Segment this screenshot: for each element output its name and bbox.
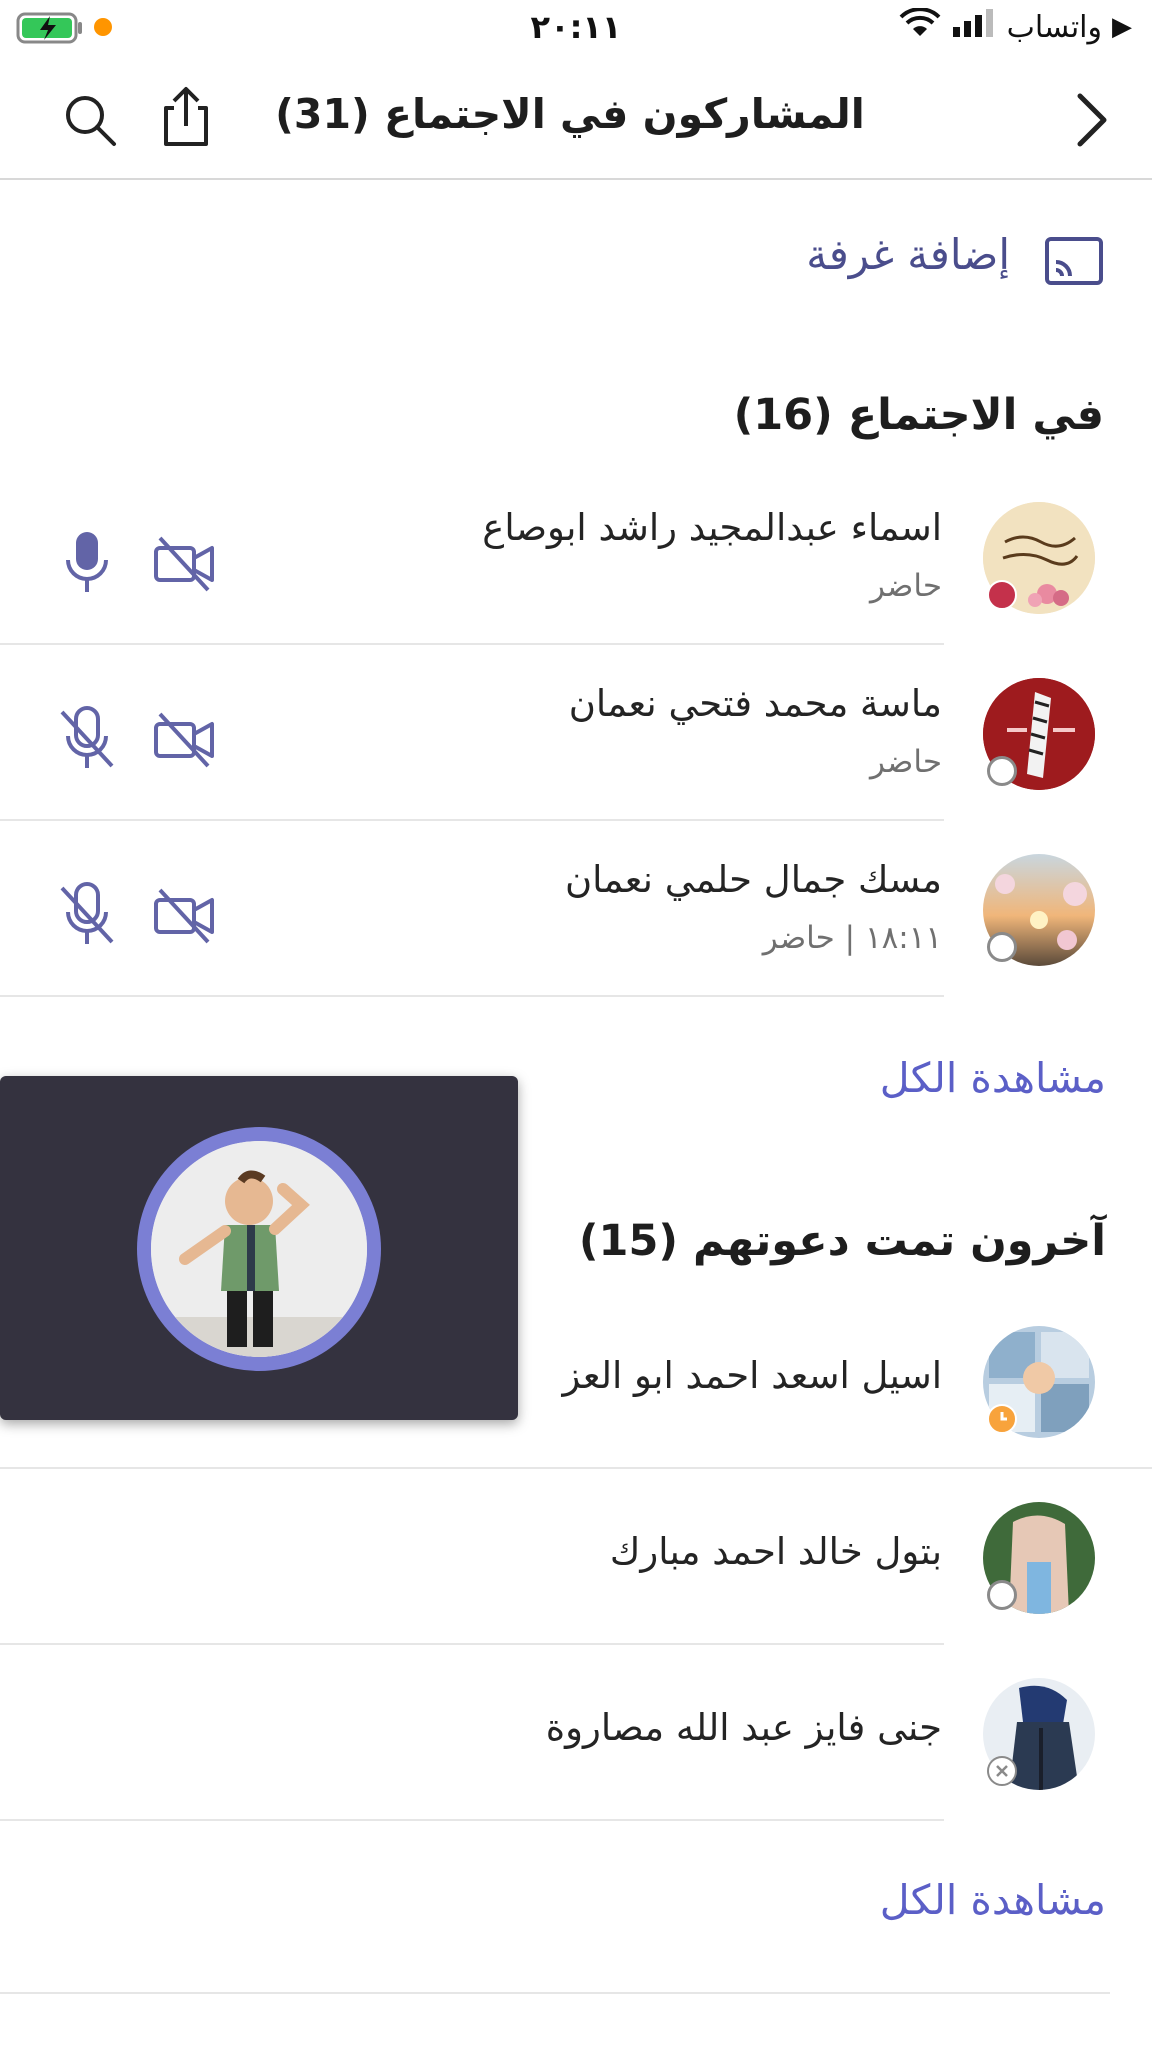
signal-icon [951,9,997,45]
invited-row[interactable]: جنى فايز عبد الله مصاروة [0,1656,1152,1820]
search-icon[interactable] [62,92,118,152]
row-divider [0,1643,944,1645]
row-divider [0,995,944,997]
invited-name: بتول خالد احمد مبارك [609,1530,942,1573]
participant-name: ماسة محمد فتحي نعمان [568,682,942,725]
self-video-preview[interactable] [0,1076,518,1420]
participant-name: مسك جمال حلمي نعمان [564,858,942,901]
page-title: المشاركون في الاجتماع (31) [275,90,865,138]
wifi-icon [899,7,941,46]
mic-off-icon [52,880,122,950]
participant-row[interactable]: اسماء عبدالمجيد راشد ابوصاع حاضر [0,480,1152,644]
carrier-area: ▶ واتساب [899,7,1132,46]
invited-row[interactable]: بتول خالد احمد مبارك [0,1480,1152,1644]
invited-name: جنى فايز عبد الله مصاروة [545,1706,942,1749]
camera-off-icon [150,880,220,950]
share-icon[interactable] [156,86,216,152]
participant-row[interactable]: ماسة محمد فتحي نعمان حاضر [0,656,1152,820]
row-divider [0,819,944,821]
video-avatar-photo [151,1141,367,1357]
row-divider [0,1467,1152,1469]
in-meeting-heading: في الاجتماع (16) [733,390,1104,440]
presence-away-icon [987,1404,1017,1434]
participant-status: حاضر [869,744,942,780]
add-room-button[interactable]: إضافة غرفة [600,226,1110,296]
see-all-invited-link[interactable]: مشاهدة الكل [880,1876,1106,1924]
row-divider [0,643,944,645]
video-avatar-ring [137,1127,381,1371]
camera-off-icon [150,528,220,598]
invited-heading: آخرون تمت دعوتهم (15) [578,1216,1106,1266]
app-header: المشاركون في الاجتماع (31) [0,56,1152,180]
status-bar: ٢٠:١١ ▶ واتساب [0,0,1152,56]
row-divider [0,1992,1110,1994]
mic-off-icon [52,704,122,774]
camera-off-icon [150,704,220,774]
presence-offline-icon [987,1580,1017,1610]
cast-icon [1044,236,1104,290]
presence-offline-icon [987,932,1017,962]
presence-offline-icon [987,756,1017,786]
mic-on-icon [52,528,122,598]
presence-busy-icon [987,580,1017,610]
back-chevron-icon[interactable] [1072,90,1112,154]
see-all-in-meeting-link[interactable]: مشاهدة الكل [880,1054,1106,1102]
invited-name: اسيل اسعد احمد ابو العز [562,1354,942,1397]
participant-status: حاضر [869,568,942,604]
add-room-label: إضافة غرفة [806,230,1010,279]
participant-status: ١٨:١١ | حاضر [762,920,942,956]
participant-row[interactable]: مسك جمال حلمي نعمان ١٨:١١ | حاضر [0,832,1152,996]
presence-blocked-icon [987,1756,1017,1786]
row-divider [0,1819,944,1821]
participant-name: اسماء عبدالمجيد راشد ابوصاع [482,506,942,549]
back-to-app-icon[interactable]: ▶ [1112,12,1132,42]
carrier-label[interactable]: واتساب [1007,10,1102,45]
